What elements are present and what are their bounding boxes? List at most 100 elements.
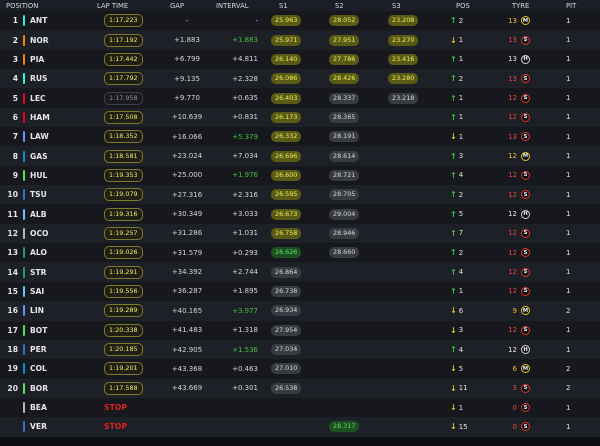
table-row[interactable]: VER STOP 28.317 ↓ 15 0 S 1 — [0, 417, 600, 437]
table-row[interactable]: 11 ALB 1:19.316 +30.349 +3.033 26.673 29.004 ↑ 5… — [0, 204, 600, 224]
table-row[interactable]: 9 HUL 1:19.353 +25.000 +1.976 26.600 28.721 ↑ 4 1… — [0, 165, 600, 186]
position-change-value: 2 — [458, 74, 464, 83]
driver-code[interactable]: ANT — [30, 11, 47, 30]
gap-cell: +43.669 — [166, 379, 208, 398]
tyre-age: 0 — [512, 422, 517, 431]
table-row[interactable]: 7 LAW 1:18.352 +16.066 +5.379 26.332 28.191 ↓ 1 1… — [0, 127, 600, 147]
tyre-age: 12 — [508, 152, 517, 161]
s2-cell: 28.191 — [329, 127, 360, 146]
driver-code[interactable]: STR — [30, 262, 47, 281]
table-row[interactable]: 10 TSU 1:19.079 +27.316 +2.316 26.595 28.705 ↑ 2… — [0, 185, 600, 205]
driver-code[interactable]: LIN — [30, 301, 44, 320]
gap-cell: +31.579 — [166, 243, 208, 262]
col-position-header[interactable]: POSITION — [6, 0, 38, 11]
table-row[interactable]: 16 LIN 1:19.289 +40.165 +3.977 26.934 ↓ 6 9 M 2 — [0, 301, 600, 321]
s1-time: 27.954 — [271, 324, 302, 336]
driver-code[interactable]: TSU — [30, 185, 47, 204]
driver-code[interactable]: ALO — [30, 243, 47, 262]
col-tyre-header[interactable]: TYRE — [512, 0, 529, 11]
team-color-bar — [23, 208, 26, 220]
gap-value: +31.579 — [171, 248, 203, 257]
arrow-down-icon: ↓ — [450, 403, 457, 413]
driver-code[interactable]: LAW — [30, 127, 49, 146]
interval-value: +1.318 — [232, 326, 258, 335]
driver-code[interactable]: OCO — [30, 224, 48, 243]
driver-code[interactable]: VER — [30, 417, 47, 436]
s2-cell: 28.660 — [329, 243, 360, 262]
table-row[interactable]: 12 OCO 1:19.257 +31.286 +1.031 26.758 28.946 ↑ 7… — [0, 223, 600, 244]
s1-time: 26.626 — [271, 247, 302, 259]
tyre-cell: 12 S — [505, 108, 530, 127]
lap-time-cell: 1:20.185 — [104, 340, 143, 359]
team-color-bar — [23, 247, 26, 259]
table-row[interactable]: 5 LEC 1:17.958 +9.770 +0.635 26.403 28.337 23.2… — [0, 88, 600, 108]
table-row[interactable]: 6 HAM 1:17.508 +10.639 +0.831 26.173 28.365 ↑ 1 1… — [0, 107, 600, 128]
s1-cell: 26.758 — [271, 224, 302, 243]
table-row[interactable]: 4 RUS 1:17.792 +9.135 +2.328 26.086 28.426 23.2… — [0, 69, 600, 89]
tyre-compound-icon: S — [521, 325, 530, 335]
position-change-cell: ↓ 11 — [450, 379, 468, 398]
col-pos-header[interactable]: POS — [456, 0, 470, 11]
gap-value: +41.483 — [171, 326, 203, 335]
interval-value: +2.744 — [232, 268, 258, 277]
pit-count: 2 — [566, 306, 571, 315]
tyre-compound-icon: S — [521, 286, 530, 296]
col-interval-header[interactable]: INTERVAL — [216, 0, 249, 11]
lap-time-cell: 1:19.353 — [104, 166, 143, 185]
col-s1-header[interactable]: S1 — [279, 0, 288, 11]
pit-count: 1 — [566, 268, 571, 277]
table-row[interactable]: 20 BOR 1:17.588 +43.669 +0.301 26.538 ↓ 11 3 S 2 — [0, 378, 600, 398]
position-number: 1 — [12, 16, 18, 26]
col-pit-header[interactable]: PIT — [566, 0, 576, 11]
interval-value: +2.328 — [232, 74, 258, 83]
driver-code[interactable]: LEC — [30, 88, 46, 107]
tyre-cell: 13 M — [505, 11, 530, 30]
table-row[interactable]: BEA STOP ↓ 1 0 S 1 — [0, 397, 600, 418]
driver-code[interactable]: BOR — [30, 379, 48, 398]
col-s2-header[interactable]: S2 — [335, 0, 344, 11]
tyre-compound-icon: S — [521, 35, 530, 45]
tyre-cell: 12 S — [505, 282, 530, 301]
col-s3-header[interactable]: S3 — [392, 0, 401, 11]
s2-cell: 28.052 — [329, 11, 360, 30]
driver-code[interactable]: HAM — [30, 108, 50, 127]
driver-code[interactable]: BEA — [30, 398, 47, 417]
col-lap-time-header[interactable]: LAP TIME — [97, 0, 128, 11]
driver-code[interactable]: ALB — [30, 204, 47, 223]
driver-code[interactable]: COL — [30, 359, 47, 378]
s1-cell: 25.971 — [271, 30, 302, 49]
driver-code[interactable]: SAI — [30, 282, 44, 301]
gap-cell: +34.392 — [166, 262, 208, 281]
position-change-value: 4 — [458, 268, 464, 277]
driver-code[interactable]: BOT — [30, 321, 47, 340]
table-row[interactable]: 18 PER 1:20.185 +42.905 +1.536 27.034 ↑ 4 12 H 1 — [0, 339, 600, 360]
table-row[interactable]: 14 STR 1:19.291 +34.392 +2.744 26.864 ↑ 4 12 S 1 — [0, 262, 600, 282]
arrow-up-icon: ↑ — [450, 151, 457, 161]
table-row[interactable]: 13 ALO 1:19.026 +31.579 +0.293 26.626 28.660 ↑ 2… — [0, 243, 600, 263]
driver-code[interactable]: HUL — [30, 166, 47, 185]
driver-code[interactable]: PER — [30, 340, 47, 359]
driver-code[interactable]: PIA — [30, 50, 44, 69]
interval-cell: +7.034 — [218, 146, 258, 165]
gap-cell: +9.135 — [166, 69, 208, 88]
col-gap-header[interactable]: GAP — [170, 0, 184, 11]
interval-value: +1.895 — [232, 287, 258, 296]
driver-code[interactable]: GAS — [30, 146, 48, 165]
table-row[interactable]: 2 NOR 1:17.192 +1.883 +1.883 25.971 27.951 23.2… — [0, 30, 600, 50]
gap-value: +16.066 — [171, 132, 203, 141]
table-row[interactable]: 3 PIA 1:17.442 +6.799 +4.811 26.140 27.786 23.4… — [0, 49, 600, 70]
table-row[interactable]: 17 BOT 1:20.338 +41.483 +1.318 27.954 ↓ 3 12 S 1 — [0, 320, 600, 340]
team-color-bar — [23, 34, 26, 46]
driver-code[interactable]: NOR — [30, 30, 49, 49]
table-row[interactable]: 19 COL 1:19.201 +43.368 +0.463 27.010 ↓ 5 6 M 2 — [0, 359, 600, 379]
lap-time-cell: 1:17.958 — [104, 88, 143, 107]
tyre-age: 12 — [508, 268, 517, 277]
team-color-bar — [23, 402, 26, 414]
driver-code[interactable]: RUS — [30, 69, 47, 88]
s3-time: 23.270 — [388, 34, 419, 46]
table-row[interactable]: 1 ANT 1:17.223 - - 25.963 28.052 23.208 ↑ 2 13 M 1 — [0, 11, 600, 31]
gap-value: +40.165 — [171, 306, 203, 315]
table-row[interactable]: 15 SAI 1:19.556 +36.287 +1.895 26.738 ↑ 1 12 S 1 — [0, 281, 600, 302]
table-row[interactable]: 8 GAS 1:18.581 +23.024 +7.034 26.696 28.614 ↑ 3 1… — [0, 146, 600, 166]
pit-count: 1 — [566, 248, 571, 257]
